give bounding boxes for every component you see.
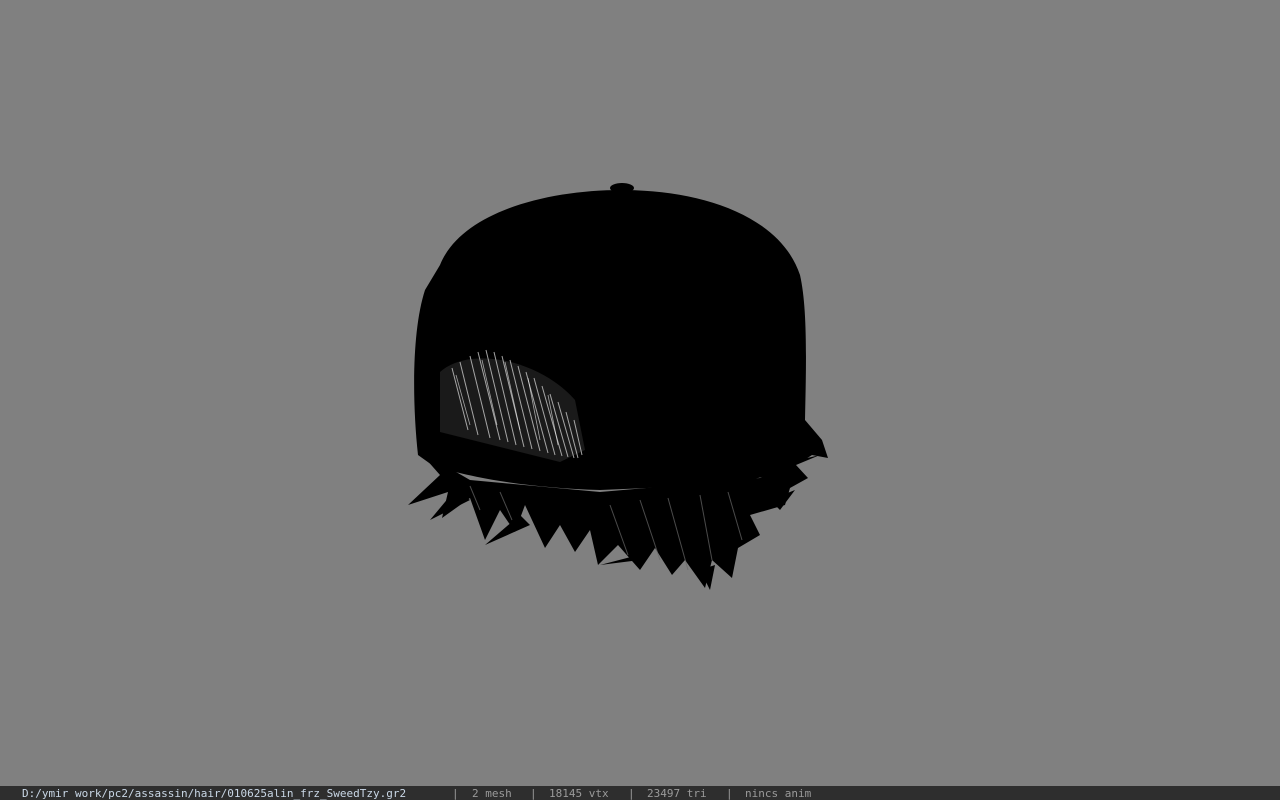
hair-cap-model-icon [408,183,828,590]
separator: | [726,787,733,800]
file-path: D:/ymir work/pc2/assassin/hair/010625ali… [22,787,407,800]
vertex-count: 18145 vtx [549,787,609,800]
separator: | [628,787,635,800]
status-bar: D:/ymir work/pc2/assassin/hair/010625ali… [0,786,1280,800]
mesh-count: 2 mesh [472,787,512,800]
anim-state: nincs anim [745,787,812,800]
3d-viewport[interactable] [0,0,1280,786]
triangle-count: 23497 tri [647,787,707,800]
separator: | [530,787,537,800]
separator: | [452,787,459,800]
